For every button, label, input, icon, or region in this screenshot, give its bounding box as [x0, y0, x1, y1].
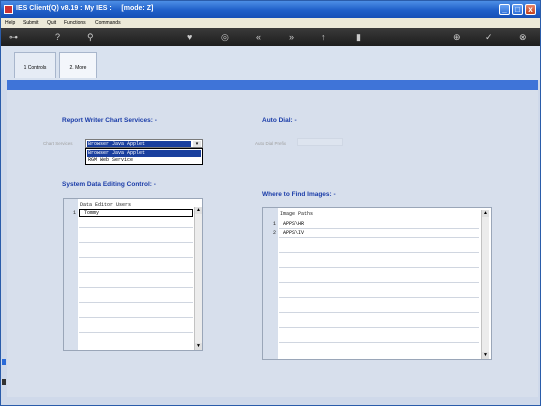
chart-services-value: Browser Java Applet [87, 141, 191, 147]
row-divider [279, 342, 479, 343]
row-divider [279, 297, 479, 298]
chart-services-label: Chart Services [43, 141, 73, 146]
menu-commands[interactable]: Commands [95, 20, 121, 26]
row-number: 1 [72, 210, 76, 216]
row-divider [279, 282, 479, 283]
toolbar: ⊶ ? ⚲ ♥ ◎ « » ↑ ▮ ⊕ ✓ ⊗ [1, 28, 540, 46]
row-divider [79, 272, 193, 273]
menu-bar: Help Submit Quit Functions Commands [1, 18, 540, 28]
minimize-button[interactable]: _ [499, 4, 510, 15]
menu-help[interactable]: Help [5, 20, 15, 26]
add-icon[interactable]: ⊕ [453, 32, 461, 42]
option-browser-java-applet[interactable]: Browser Java Applet [87, 150, 201, 157]
header-band [7, 80, 538, 90]
image-path-cell[interactable]: APPS\IV [283, 230, 304, 236]
up-icon[interactable]: ↑ [321, 32, 326, 42]
chart-services-select[interactable]: Browser Java Applet ▾ [85, 139, 203, 148]
row-divider [279, 252, 479, 253]
row-divider [79, 302, 193, 303]
maximize-button[interactable]: □ [512, 4, 523, 15]
chart-services-dropdown: Browser Java Applet RGM Web Service [85, 148, 203, 165]
auto-dial-prefix-label: Auto Dial Prefix [255, 141, 287, 146]
option-rgm-web-service[interactable]: RGM Web Service [87, 157, 201, 164]
menu-quit[interactable]: Quit [47, 20, 56, 26]
side-bar-icon[interactable] [2, 379, 6, 385]
row-divider [79, 332, 193, 333]
scroll-down-icon[interactable]: ▼ [482, 352, 489, 359]
app-window: IES Client(Q) v8.19 : My IES : [mode: Z]… [0, 0, 541, 406]
image-paths-grid: Image Paths 1 APPS\HR 2 APPS\IV ▲ ▼ [262, 207, 492, 360]
image-path-cell[interactable]: APPS\HR [283, 221, 304, 227]
tab-more-label: 2. More [69, 65, 87, 71]
data-editor-user-cell[interactable]: Tommy [84, 210, 99, 216]
row-divider [79, 257, 193, 258]
heart-icon[interactable]: ♥ [187, 32, 192, 42]
scroll-down-icon[interactable]: ▼ [195, 343, 202, 350]
side-panel-icon[interactable] [2, 359, 6, 365]
save-icon[interactable]: ▮ [356, 32, 361, 42]
row-divider [279, 237, 479, 238]
compass-icon[interactable]: ◎ [221, 32, 229, 42]
row-divider [79, 317, 193, 318]
close-icon[interactable]: ⊗ [519, 32, 527, 42]
tab-area: 1 Controls 2. More [1, 46, 540, 80]
row-divider [79, 227, 193, 228]
row-number: 1 [272, 221, 276, 227]
row-divider [79, 242, 193, 243]
row-divider [279, 267, 479, 268]
tab-controls[interactable]: 1 Controls [14, 52, 56, 78]
row-number: 2 [272, 230, 276, 236]
title-bar: IES Client(Q) v8.19 : My IES : [mode: Z]… [1, 1, 540, 18]
app-icon [4, 5, 13, 14]
grid-gutter [64, 199, 78, 350]
rewind-icon[interactable]: « [256, 32, 261, 42]
images-heading: Where to Find Images: - [262, 191, 336, 198]
scroll-up-icon[interactable]: ▲ [195, 207, 202, 214]
data-editing-heading: System Data Editing Control: - [62, 181, 156, 188]
scroll-up-icon[interactable]: ▲ [482, 210, 489, 217]
tab-controls-label: 1 Controls [23, 65, 47, 71]
close-window-button[interactable]: x [525, 4, 536, 15]
check-icon[interactable]: ✓ [485, 32, 493, 42]
row-divider [279, 228, 479, 229]
data-editor-users-header: Data Editor Users [80, 202, 132, 208]
image-paths-header: Image Paths [280, 211, 314, 217]
help-icon[interactable]: ? [55, 32, 60, 42]
menu-functions[interactable]: Functions [64, 20, 86, 26]
auto-dial-prefix-input[interactable] [297, 138, 343, 146]
image-paths-scrollbar[interactable]: ▲ ▼ [481, 210, 489, 359]
tab-more[interactable]: 2. More [59, 52, 97, 78]
search-icon[interactable]: ⚲ [87, 32, 94, 42]
chevron-down-icon[interactable]: ▾ [193, 141, 201, 147]
menu-submit[interactable]: Submit [23, 20, 39, 26]
key-icon[interactable]: ⊶ [9, 32, 18, 42]
row-divider [279, 312, 479, 313]
fast-forward-icon[interactable]: » [289, 32, 294, 42]
data-editor-users-grid: Data Editor Users 1 Tommy ▲ ▼ [63, 198, 203, 351]
data-editor-scrollbar[interactable]: ▲ ▼ [194, 207, 202, 350]
auto-dial-heading: Auto Dial: - [262, 117, 297, 124]
row-divider [79, 287, 193, 288]
row-divider [279, 327, 479, 328]
report-writer-heading: Report Writer Chart Services: - [62, 117, 157, 124]
window-title: IES Client(Q) v8.19 : My IES : [mode: Z] [16, 5, 154, 12]
